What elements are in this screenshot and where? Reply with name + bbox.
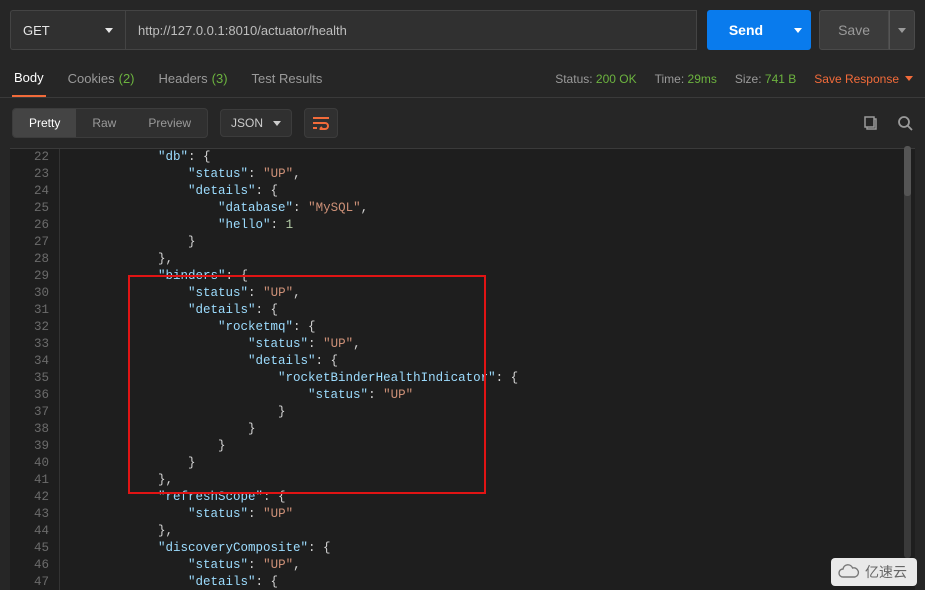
- time-label: Time:: [655, 72, 685, 86]
- status-value: 200 OK: [596, 72, 637, 86]
- response-meta: Status: 200 OK Time: 29ms Size: 741 B Sa…: [555, 72, 913, 86]
- tab-headers[interactable]: Headers (3): [157, 60, 230, 97]
- wrap-lines-button[interactable]: [304, 108, 338, 138]
- tab-body[interactable]: Body: [12, 60, 46, 97]
- status-label: Status:: [555, 72, 592, 86]
- format-select[interactable]: JSON: [220, 109, 292, 137]
- chevron-down-icon: [794, 28, 802, 33]
- save-group: Save: [819, 10, 915, 50]
- response-header: Body Cookies (2) Headers (3) Test Result…: [0, 60, 925, 98]
- chevron-down-icon: [105, 28, 113, 33]
- response-tabs: Body Cookies (2) Headers (3) Test Result…: [12, 60, 324, 97]
- wrap-icon: [312, 116, 330, 130]
- url-input[interactable]: [125, 10, 697, 50]
- send-group: Send: [707, 10, 811, 50]
- view-preview-button[interactable]: Preview: [132, 109, 207, 137]
- copy-button[interactable]: [863, 115, 879, 131]
- watermark: 亿速云: [831, 558, 917, 586]
- copy-icon: [863, 115, 879, 131]
- format-value: JSON: [231, 116, 263, 130]
- save-response-button[interactable]: Save Response: [814, 72, 913, 86]
- code-content[interactable]: "db": { "status": "UP", "details": { "da…: [60, 149, 518, 590]
- status-meta: Status: 200 OK: [555, 72, 636, 86]
- tab-headers-label: Headers: [159, 71, 208, 86]
- chevron-down-icon: [273, 121, 281, 126]
- tab-cookies[interactable]: Cookies (2): [66, 60, 137, 97]
- save-response-label: Save Response: [814, 72, 899, 86]
- http-method-select[interactable]: GET: [10, 10, 125, 50]
- watermark-text: 亿速云: [865, 562, 907, 582]
- tab-body-label: Body: [14, 70, 44, 85]
- cookies-count-badge: (2): [119, 71, 135, 86]
- save-dropdown-button[interactable]: [889, 10, 915, 50]
- view-toolbar: Pretty Raw Preview JSON: [0, 98, 925, 148]
- view-pretty-button[interactable]: Pretty: [13, 109, 76, 137]
- view-mode-group: Pretty Raw Preview: [12, 108, 208, 138]
- chevron-down-icon: [898, 28, 906, 33]
- send-dropdown-button[interactable]: [785, 10, 811, 50]
- tab-cookies-label: Cookies: [68, 71, 115, 86]
- size-label: Size:: [735, 72, 762, 86]
- toolbar-right: [863, 115, 913, 131]
- vertical-scrollbar-track[interactable]: [904, 148, 911, 558]
- time-value: 29ms: [688, 72, 717, 86]
- tab-test-results-label: Test Results: [252, 71, 323, 86]
- size-meta: Size: 741 B: [735, 72, 796, 86]
- search-icon: [897, 115, 913, 131]
- view-raw-button[interactable]: Raw: [76, 109, 132, 137]
- search-response-button[interactable]: [897, 115, 913, 131]
- vertical-scrollbar-thumb[interactable]: [904, 146, 911, 196]
- tab-test-results[interactable]: Test Results: [250, 60, 325, 97]
- request-bar: GET Send Save: [0, 0, 925, 60]
- line-number-gutter: 2223242526272829303132333435363738394041…: [10, 149, 60, 590]
- time-meta: Time: 29ms: [655, 72, 717, 86]
- save-button[interactable]: Save: [819, 10, 889, 50]
- size-value: 741 B: [765, 72, 796, 86]
- response-body-viewer: 2223242526272829303132333435363738394041…: [10, 148, 915, 590]
- http-method-value: GET: [23, 23, 50, 38]
- headers-count-badge: (3): [212, 71, 228, 86]
- chevron-down-icon: [905, 76, 913, 81]
- cloud-icon: [837, 563, 861, 581]
- send-button[interactable]: Send: [707, 10, 785, 50]
